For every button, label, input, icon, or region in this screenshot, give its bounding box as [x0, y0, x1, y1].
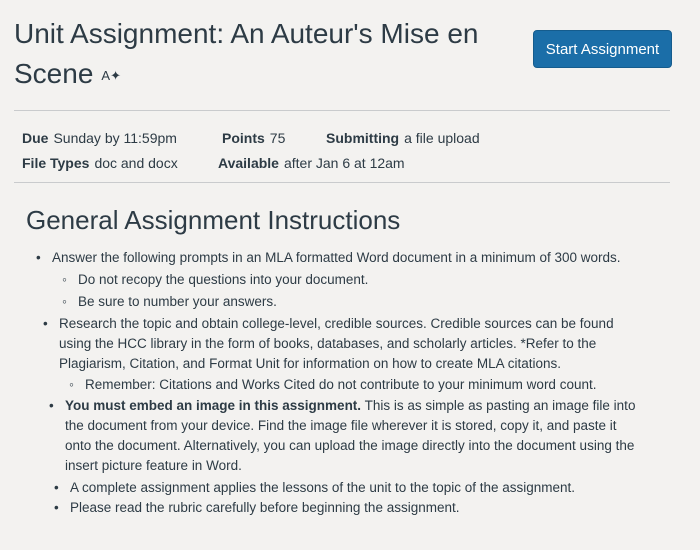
bullet-icon: •: [36, 250, 41, 265]
list-item: • You must embed an image in this assign…: [49, 396, 645, 476]
bullet-icon: •: [49, 398, 54, 413]
filetypes-label: File Types: [22, 155, 90, 171]
item-4-text: A complete assignment applies the lesson…: [70, 480, 576, 495]
divider-bottom: [14, 182, 670, 183]
filetypes-value: doc and docx: [94, 155, 178, 171]
divider-top: [14, 110, 670, 111]
points-detail: Points 75: [222, 130, 285, 146]
available-detail: Available after Jan 6 at 12am: [218, 155, 405, 171]
list-item: • Research the topic and obtain college-…: [43, 314, 629, 374]
page-title: Unit Assignment: An Auteur's Mise en Sce…: [14, 14, 494, 96]
instructions-list: • Answer the following prompts in an MLA…: [0, 248, 700, 518]
start-assignment-button[interactable]: Start Assignment: [533, 30, 672, 68]
hollow-bullet-icon: ◦: [62, 272, 67, 287]
filetypes-detail: File Types doc and docx: [22, 155, 178, 171]
submitting-value: a file upload: [404, 130, 480, 146]
points-label: Points: [222, 130, 265, 146]
hollow-bullet-icon: ◦: [69, 377, 74, 392]
available-value: after Jan 6 at 12am: [283, 155, 405, 171]
item-1-sub-1-text: Do not recopy the questions into your do…: [78, 272, 369, 287]
bullet-icon: •: [54, 480, 59, 495]
list-item: ◦ Remember: Citations and Works Cited do…: [69, 375, 625, 395]
due-label: Due: [22, 130, 49, 146]
list-item: • A complete assignment applies the less…: [54, 478, 650, 498]
submitting-label: Submitting: [326, 130, 400, 146]
submitting-detail: Submitting a file upload: [326, 130, 480, 146]
list-item: ◦ Do not recopy the questions into your …: [62, 270, 618, 290]
immersive-reader-icon[interactable]: A✦: [101, 68, 121, 83]
due-detail: Due Sunday by 11:59pm: [22, 130, 177, 146]
due-value: Sunday by 11:59pm: [53, 130, 177, 146]
available-label: Available: [218, 155, 279, 171]
item-2-text: Research the topic and obtain college-le…: [59, 316, 614, 371]
item-1-sub-2-text: Be sure to number your answers.: [78, 294, 277, 309]
page-title-text: Unit Assignment: An Auteur's Mise en Sce…: [14, 18, 479, 89]
points-value: 75: [269, 130, 286, 146]
list-item: ◦ Be sure to number your answers.: [62, 292, 618, 312]
item-5-text: Please read the rubric carefully before …: [70, 500, 460, 515]
list-item: • Please read the rubric carefully befor…: [54, 498, 650, 518]
item-3-bold-text: You must embed an image in this assignme…: [65, 398, 362, 413]
hollow-bullet-icon: ◦: [62, 294, 67, 309]
bullet-icon: •: [43, 316, 48, 331]
item-2-sub-1-text: Remember: Citations and Works Cited do n…: [85, 377, 597, 392]
instructions-heading: General Assignment Instructions: [26, 205, 401, 235]
bullet-icon: •: [54, 500, 59, 515]
item-1-text: Answer the following prompts in an MLA f…: [52, 250, 621, 265]
list-item: • Answer the following prompts in an MLA…: [36, 248, 627, 268]
